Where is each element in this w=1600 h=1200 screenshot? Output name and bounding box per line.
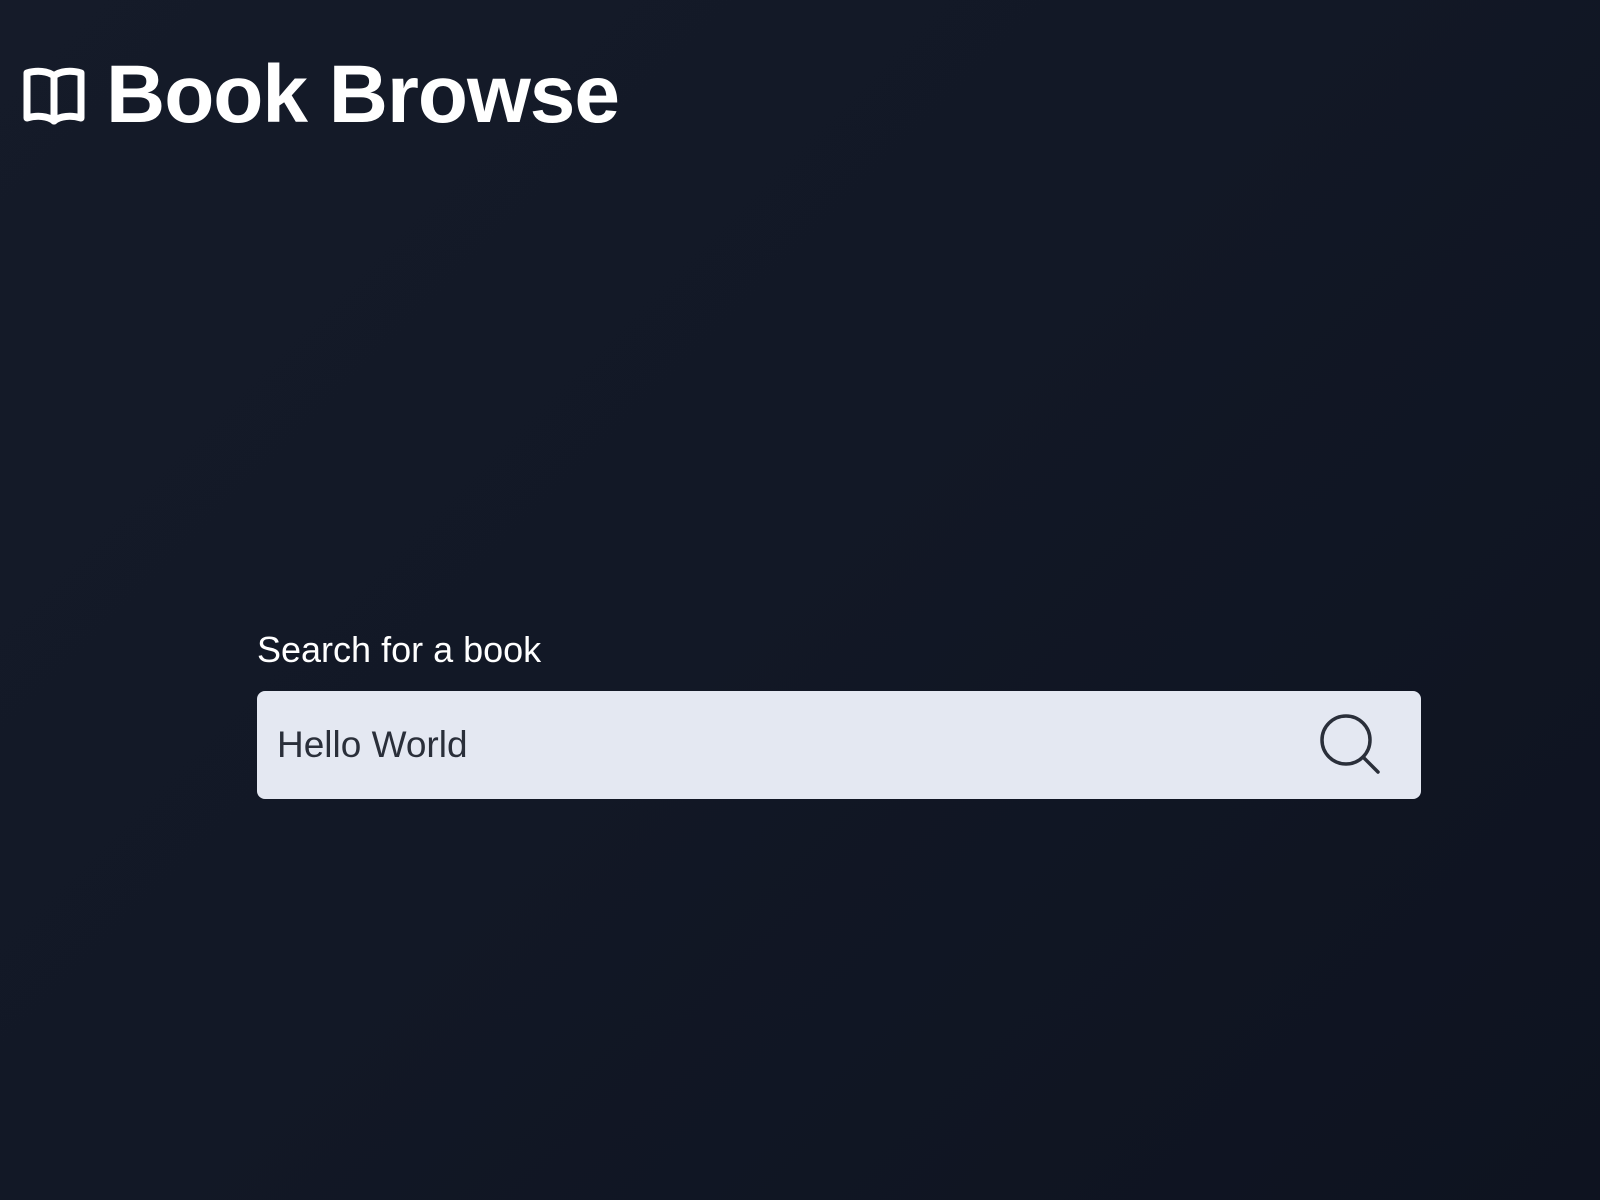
search-label: Search for a book [257,629,542,670]
search-icon [1320,714,1380,774]
search-button[interactable] [1315,709,1387,781]
search-section: Search for a book [257,624,1421,799]
search-input[interactable] [257,691,1297,799]
app-title: Book Browse [106,49,620,140]
app-header: Book Browse [22,49,620,140]
search-box [257,691,1421,799]
open-book-icon [22,64,86,126]
